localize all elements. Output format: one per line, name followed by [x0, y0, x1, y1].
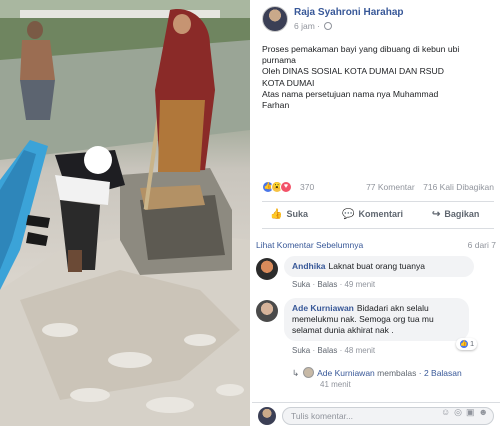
reaction-count[interactable]: 370	[300, 182, 314, 192]
comment-button[interactable]: 💬 Komentari	[342, 209, 403, 220]
like-button[interactable]: 👍 Suka	[270, 209, 308, 220]
comment-time: 49 menit	[344, 280, 376, 289]
comment-composer: Tulis komentar... ☺◎▣☻	[252, 402, 500, 426]
comment-like-count: 1	[470, 339, 475, 348]
engagement-counts: 77 Komentar 716 Kali Dibagikan	[360, 182, 494, 192]
author-avatar[interactable]	[262, 6, 288, 32]
reply-time: 41 menit	[320, 380, 351, 389]
author-name[interactable]: Raja Syahroni Harahap	[294, 7, 403, 18]
reply-author: Ade Kurniawan	[317, 368, 375, 378]
reply-avatar	[303, 367, 315, 378]
facebook-post: Raja Syahroni Harahap 6 jam · Proses pem…	[252, 0, 500, 426]
comment-like-link[interactable]: Suka	[292, 346, 310, 355]
gif-icon[interactable]: ▣	[466, 407, 479, 417]
globe-icon	[324, 22, 333, 30]
share-button[interactable]: ↪ Bagikan	[432, 209, 479, 220]
cemetery-photo	[0, 0, 250, 426]
love-icon: ♥	[280, 181, 292, 193]
commenter-name[interactable]: Andhika	[292, 261, 326, 271]
comment-text: Laknat buat orang tuanya	[328, 261, 425, 271]
reactions-bar: 👍😮 ♥ 370 77 Komentar 716 Kali Dibagikan	[262, 181, 494, 195]
emoji-icon[interactable]: ☺	[441, 407, 454, 417]
composer-icons: ☺◎▣☻	[441, 407, 492, 418]
comment-bubble: Ade Kurniawan Bidadari akn selalu memeluk…	[284, 298, 469, 341]
post-time-text: 6 jam	[294, 21, 315, 31]
post-body: Proses pemakaman bayi yang dibuang di ke…	[262, 44, 460, 111]
reply-arrow-icon: ↳	[292, 368, 300, 378]
comments-progress: 6 dari 7	[467, 240, 496, 250]
comment-time: 48 menit	[344, 346, 376, 355]
post-photo[interactable]	[0, 0, 250, 426]
post-text: Proses pemakaman bayi yang dibuang di ke…	[262, 44, 494, 111]
comment-button-label: Komentari	[358, 209, 403, 219]
comment-icon: 💬	[342, 209, 355, 220]
composer-avatar	[258, 407, 276, 425]
post-header: Raja Syahroni Harahap 6 jam ·	[252, 0, 500, 40]
comment-bubble: Andhika Laknat buat orang tuanya	[284, 256, 474, 277]
comment-input-placeholder: Tulis komentar...	[291, 411, 354, 421]
share-icon: ↪	[432, 209, 441, 220]
comment-count[interactable]: 77 Komentar	[366, 182, 415, 192]
camera-icon[interactable]: ◎	[454, 407, 466, 417]
comment-like-badge[interactable]: 👍 1	[456, 338, 478, 351]
share-button-label: Bagikan	[444, 209, 480, 219]
previous-comments: Lihat Komentar Sebelumnya 6 dari 7	[256, 240, 496, 250]
action-bar: 👍 Suka 💬 Komentari ↪ Bagikan	[262, 201, 494, 229]
reply-count: 2 Balasan	[423, 368, 462, 378]
share-count[interactable]: 716 Kali Dibagikan	[423, 182, 494, 192]
view-replies[interactable]: ↳ Ade Kurniawan membalas · 2 Balasan	[292, 367, 462, 379]
like-button-label: Suka	[286, 209, 308, 219]
sticker-icon[interactable]: ☻	[479, 407, 492, 417]
previous-comments-link[interactable]: Lihat Komentar Sebelumnya	[256, 240, 363, 250]
commenter-avatar[interactable]	[256, 258, 278, 280]
like-icon: 👍	[459, 339, 469, 350]
comment-reply-link[interactable]: Balas	[317, 346, 337, 355]
reaction-icons[interactable]: 👍😮 ♥	[262, 181, 292, 193]
comment-meta: Suka · Balas · 49 menit	[292, 280, 376, 289]
commenter-avatar[interactable]	[256, 300, 278, 322]
commenter-name[interactable]: Ade Kurniawan	[292, 303, 354, 313]
comment-meta: Suka · Balas · 48 menit	[292, 346, 376, 355]
reply-label: membalas	[377, 368, 417, 378]
thumbs-up-icon: 👍	[270, 209, 283, 220]
post-time[interactable]: 6 jam ·	[294, 21, 333, 31]
comment-reply-link[interactable]: Balas	[317, 280, 337, 289]
comment-like-link[interactable]: Suka	[292, 280, 310, 289]
